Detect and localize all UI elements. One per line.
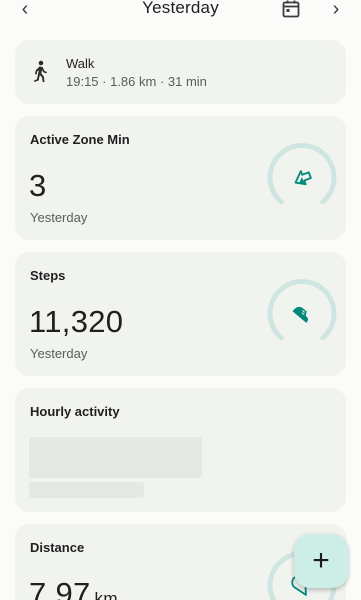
calendar-icon[interactable] xyxy=(281,0,301,19)
top-app-bar: ‹ Yesterday › xyxy=(0,0,361,32)
hourly-activity-card[interactable]: Hourly activity xyxy=(15,388,346,512)
card-title: Active Zone Min xyxy=(30,132,130,147)
progress-ring xyxy=(267,278,337,341)
distance-value: 7.97 km xyxy=(29,576,118,600)
loading-placeholder xyxy=(29,437,202,478)
distance-unit: km xyxy=(94,589,118,600)
card-title: Steps xyxy=(30,268,66,283)
zone-arrows-icon xyxy=(294,170,312,186)
walk-activity-card[interactable]: Walk 19:15 · 1.86 km · 31 min xyxy=(15,40,346,104)
page-title: Yesterday xyxy=(142,0,219,17)
walk-icon xyxy=(34,60,47,83)
next-day-button[interactable]: › xyxy=(325,0,347,19)
loading-placeholder xyxy=(29,482,144,498)
progress-ring xyxy=(267,142,337,205)
activity-title: Walk xyxy=(66,56,95,71)
active-zone-minutes-card[interactable]: Active Zone Min 3 Yesterday xyxy=(15,116,346,240)
activity-details: 19:15 · 1.86 km · 31 min xyxy=(66,74,207,89)
period-label: Yesterday xyxy=(30,210,88,225)
card-title: Hourly activity xyxy=(30,404,120,419)
steps-value: 11,320 xyxy=(29,304,124,339)
shoe-icon xyxy=(292,306,309,323)
card-title: Distance xyxy=(30,540,85,555)
distance-number: 7.97 xyxy=(29,576,91,600)
add-button[interactable]: + xyxy=(294,534,348,588)
period-label: Yesterday xyxy=(30,346,88,361)
steps-card[interactable]: Steps 11,320 Yesterday xyxy=(15,252,346,376)
active-zone-minutes-value: 3 xyxy=(29,168,47,203)
